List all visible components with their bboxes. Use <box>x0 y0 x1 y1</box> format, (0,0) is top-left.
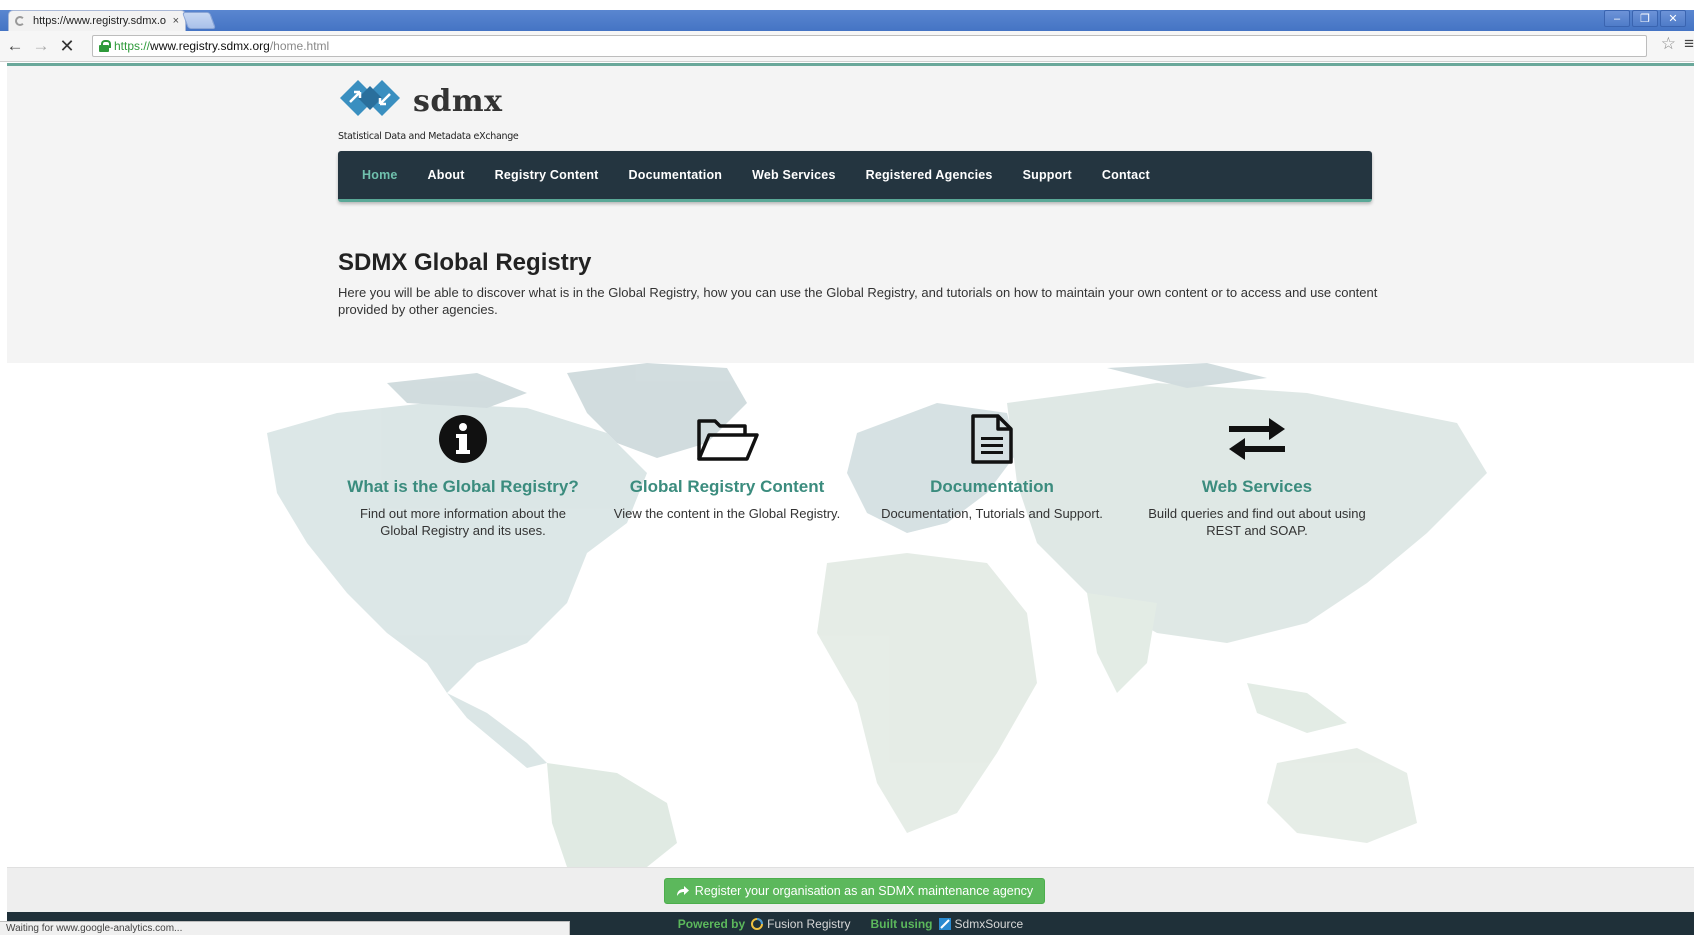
feature-description: Find out more information about the Glob… <box>360 506 566 538</box>
nav-contact[interactable]: Contact <box>1090 168 1168 182</box>
window-controls: – ❐ ✕ <box>1604 10 1686 27</box>
feature-description: Build queries and find out about using R… <box>1148 506 1366 538</box>
nav-registered-agencies[interactable]: Registered Agencies <box>854 168 1011 182</box>
browser-status-bubble: Waiting for www.google-analytics.com... <box>0 921 570 935</box>
feature-title[interactable]: Web Services <box>1137 477 1377 497</box>
logo-wordmark: sdmx <box>413 84 503 119</box>
built-using: Built using SdmxSource <box>871 917 1024 931</box>
close-window-button[interactable]: ✕ <box>1660 10 1686 27</box>
browser-tab[interactable]: https://www.registry.sdmx.o × <box>8 10 186 31</box>
register-organisation-button[interactable]: Register your organisation as an SDMX ma… <box>664 878 1045 904</box>
nav-documentation[interactable]: Documentation <box>617 168 741 182</box>
nav-about[interactable]: About <box>416 168 483 182</box>
feature-web-services[interactable]: Web Services Build queries and find out … <box>1137 411 1377 539</box>
url-scheme: https:// <box>114 39 151 53</box>
loading-spinner-icon <box>15 16 25 26</box>
fusion-registry-icon <box>751 917 764 930</box>
browser-toolbar: ← → ✕ https:// www.registry.sdmx.org /ho… <box>0 31 1694 62</box>
forward-button[interactable]: → <box>30 35 52 57</box>
folder-open-icon <box>607 411 847 467</box>
page-intro: Here you will be able to discover what i… <box>338 285 1378 317</box>
nav-home[interactable]: Home <box>350 168 416 182</box>
document-icon <box>872 411 1112 467</box>
nav-web-services[interactable]: Web Services <box>740 168 853 182</box>
powered-by: Powered by Fusion Registry <box>678 917 851 931</box>
main-navigation: Home About Registry Content Documentatio… <box>338 151 1372 202</box>
feature-registry-content[interactable]: Global Registry Content View the content… <box>607 411 847 522</box>
world-map-background <box>267 363 1487 867</box>
powered-by-name[interactable]: Fusion Registry <box>767 917 850 931</box>
logo-tagline: Statistical Data and Metadata eXchange <box>338 131 519 142</box>
nav-registry-content[interactable]: Registry Content <box>483 168 617 182</box>
powered-by-label: Powered by <box>677 916 746 931</box>
page-header: sdmx Statistical Data and Metadata eXcha… <box>7 66 1694 363</box>
tab-close-icon[interactable]: × <box>173 15 179 27</box>
info-circle-icon <box>343 411 583 467</box>
sdmx-logo[interactable]: sdmx Statistical Data and Metadata eXcha… <box>338 76 519 142</box>
minimize-button[interactable]: – <box>1604 10 1630 27</box>
secure-lock-icon <box>99 40 111 52</box>
register-button-label: Register your organisation as an SDMX ma… <box>694 884 1034 898</box>
restore-button[interactable]: ❐ <box>1632 10 1658 27</box>
share-arrow-icon <box>676 885 689 896</box>
titlebar-strip <box>0 10 1694 31</box>
nav-support[interactable]: Support <box>1011 168 1090 182</box>
feature-title[interactable]: Global Registry Content <box>607 477 847 497</box>
browser-menu-icon[interactable]: ≡ <box>1684 34 1694 54</box>
page-title: SDMX Global Registry <box>338 249 592 276</box>
feature-description: View the content in the Global Registry. <box>613 506 841 521</box>
web-page: sdmx Statistical Data and Metadata eXcha… <box>7 63 1694 935</box>
url-path: /home.html <box>269 39 330 53</box>
feature-what-is-registry[interactable]: What is the Global Registry? Find out mo… <box>343 411 583 539</box>
exchange-arrows-icon <box>1137 411 1377 467</box>
feature-documentation[interactable]: Documentation Documentation, Tutorials a… <box>872 411 1112 522</box>
stop-loading-button[interactable]: ✕ <box>56 35 78 57</box>
tab-title: https://www.registry.sdmx.o <box>33 15 167 27</box>
sdmx-logo-mark-icon <box>340 80 400 116</box>
features-section: What is the Global Registry? Find out mo… <box>7 363 1694 867</box>
register-bar: Register your organisation as an SDMX ma… <box>7 867 1694 912</box>
bookmark-star-icon[interactable]: ☆ <box>1661 34 1676 54</box>
sdmxsource-icon <box>938 917 951 930</box>
built-using-label: Built using <box>870 916 933 931</box>
built-using-name[interactable]: SdmxSource <box>955 917 1024 931</box>
browser-titlebar: https://www.registry.sdmx.o × – ❐ ✕ <box>0 0 1694 31</box>
url-host: www.registry.sdmx.org <box>150 39 270 53</box>
new-tab-button[interactable] <box>181 12 217 29</box>
address-bar[interactable]: https:// www.registry.sdmx.org /home.htm… <box>92 35 1647 57</box>
back-button[interactable]: ← <box>4 35 26 57</box>
feature-title[interactable]: Documentation <box>872 477 1112 497</box>
feature-title[interactable]: What is the Global Registry? <box>343 477 583 497</box>
feature-description: Documentation, Tutorials and Support. <box>881 506 1103 521</box>
